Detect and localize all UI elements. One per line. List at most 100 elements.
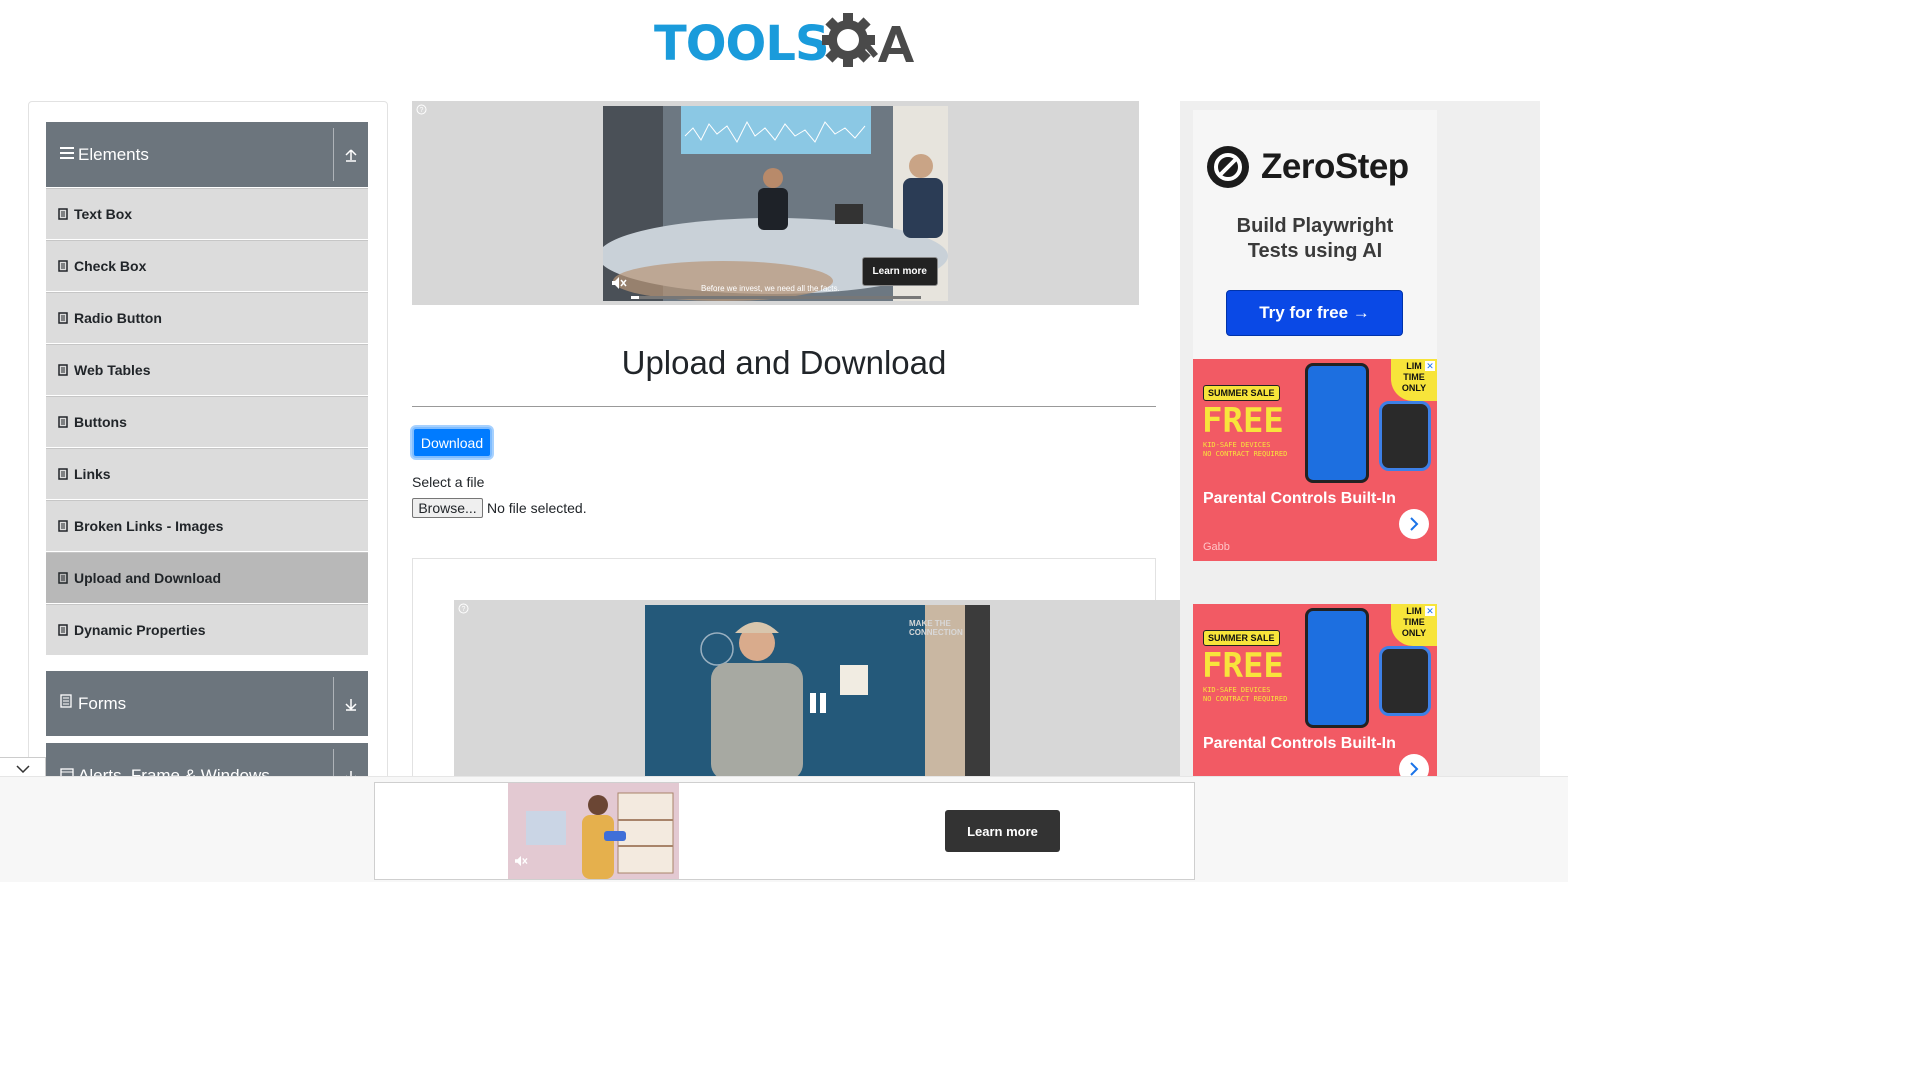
ad-caption: Before we invest, we need all the facts. — [701, 284, 840, 293]
svg-text:?: ? — [462, 606, 466, 613]
sidebar-item-buttons[interactable]: Buttons — [46, 396, 368, 447]
tagline-line-2: Tests using AI — [1247, 240, 1383, 262]
sidebar-item-label: Broken Links - Images — [74, 518, 224, 534]
sidebar-item-label: Upload and Download — [74, 570, 221, 586]
item-icon — [58, 312, 68, 324]
title-divider — [412, 406, 1156, 407]
item-icon — [58, 468, 68, 480]
ad-overlay-text: MAKE THE CONNECTION — [909, 619, 963, 637]
limited-line: TIME — [1403, 372, 1425, 382]
sidebar-item-label: Dynamic Properties — [74, 622, 206, 638]
ad-headline[interactable]: Parental Controls Built-In — [1203, 487, 1398, 511]
free-text: FREE — [1202, 401, 1284, 441]
sub-text: KID-SAFE DEVICES NO CONTRACT REQUIRED — [1203, 686, 1287, 704]
sidebar-item-upload-download[interactable]: Upload and Download — [46, 552, 368, 603]
sidebar-item-label: Web Tables — [74, 362, 151, 378]
sidebar-item-broken-links[interactable]: Broken Links - Images — [46, 500, 368, 551]
watch-image — [1379, 401, 1431, 471]
logo-tools-text: TOOLS — [654, 16, 830, 72]
woman-in-room-image — [508, 783, 679, 879]
sidebar-item-label: Radio Button — [74, 310, 162, 326]
sub-line: NO CONTRACT REQUIRED — [1203, 450, 1288, 458]
zerostep-tagline: Build Playwright Tests using AI — [1193, 214, 1437, 264]
group-header-elements[interactable]: Elements — [46, 122, 368, 187]
expand-down-icon[interactable] — [333, 677, 368, 730]
sidebar-item-radio-button[interactable]: Radio Button — [46, 292, 368, 343]
item-icon — [58, 208, 68, 220]
sidebar-item-label: Buttons — [74, 414, 127, 430]
item-icon — [58, 416, 68, 428]
site-header: TOOLS — [0, 0, 1568, 90]
sidebar-item-text-box[interactable]: Text Box — [46, 188, 368, 239]
sidebar-item-dynamic-properties[interactable]: Dynamic Properties — [46, 604, 368, 655]
collapse-up-icon[interactable] — [333, 128, 368, 181]
page-title: Upload and Download — [621, 344, 947, 381]
zerostep-ad[interactable]: ZeroStep Build Playwright Tests using AI… — [1193, 110, 1437, 359]
select-file-label: Select a file — [412, 474, 485, 490]
ad-video-frame[interactable]: MAKE THE CONNECTION — [645, 605, 990, 780]
limited-line: ONLY — [1401, 383, 1427, 393]
sub-line: NO CONTRACT REQUIRED — [1203, 695, 1288, 703]
sub-text: KID-SAFE DEVICES NO CONTRACT REQUIRED — [1203, 441, 1287, 459]
ad-info-icon[interactable]: ? — [458, 603, 469, 614]
mute-icon[interactable] — [514, 855, 528, 867]
sub-line: KID-SAFE DEVICES — [1203, 441, 1271, 449]
download-button[interactable]: Download — [412, 427, 492, 458]
sidebar-item-label: Text Box — [74, 206, 133, 222]
watch-image — [1379, 646, 1431, 716]
free-text: FREE — [1202, 646, 1284, 686]
item-icon — [58, 364, 68, 376]
gabb-ad-2[interactable]: LIM TIME ONLY SUMMER SALE FREE KID-SAFE … — [1193, 604, 1437, 776]
summer-sale-badge: SUMMER SALE — [1203, 385, 1280, 401]
close-ad-icon[interactable]: ✕ — [1425, 606, 1435, 616]
gabb-ad-1[interactable]: LIM TIME ONLY SUMMER SALE FREE KID-SAFE … — [1193, 359, 1437, 561]
left-sidebar: Elements Text Box Check Box Radio Button… — [28, 101, 388, 791]
middle-video-ad[interactable]: ? MAKE THE CONNECTION — [454, 600, 1180, 780]
ad-info-icon[interactable]: ? — [416, 104, 427, 115]
ad-video-frame[interactable]: Before we invest, we need all the facts.… — [603, 106, 948, 301]
sidebar-item-check-box[interactable]: Check Box — [46, 240, 368, 291]
mute-icon[interactable] — [611, 276, 627, 290]
try-for-free-button[interactable]: Try for free → — [1226, 290, 1403, 336]
ad-brand: Gabb — [1203, 541, 1230, 553]
group-title-forms: Forms — [78, 693, 127, 713]
learn-more-button[interactable]: Learn more — [945, 810, 1060, 852]
item-icon — [58, 260, 68, 272]
ad-video-frame[interactable] — [508, 783, 679, 879]
phone-image — [1305, 608, 1369, 728]
top-video-ad[interactable]: ? Before we invest, we need all the fact… — [412, 101, 1139, 305]
zerostep-logo: ZeroStep — [1205, 144, 1409, 190]
item-icon — [58, 572, 68, 584]
chevron-down-icon — [15, 765, 30, 773]
bottom-video-ad[interactable]: Learn more — [374, 782, 1195, 880]
sidebar-item-links[interactable]: Links — [46, 448, 368, 499]
form-doc-icon — [60, 694, 74, 713]
file-status: No file selected. — [487, 500, 587, 516]
sidebar-item-label: Links — [74, 466, 111, 482]
sidebar-item-label: Check Box — [74, 258, 147, 274]
sidebar-item-web-tables[interactable]: Web Tables — [46, 344, 368, 395]
limited-line: ONLY — [1401, 628, 1427, 638]
chevron-right-icon[interactable] — [1399, 754, 1429, 776]
tagline-line-1: Build Playwright — [1236, 215, 1394, 237]
group-header-forms[interactable]: Forms — [46, 671, 368, 736]
group-title-elements: Elements — [78, 144, 149, 164]
learn-more-button[interactable]: Learn more — [861, 257, 938, 286]
chevron-right-icon[interactable] — [1399, 509, 1429, 539]
hamburger-icon — [60, 146, 74, 164]
summer-sale-badge: SUMMER SALE — [1203, 630, 1280, 646]
svg-text:?: ? — [420, 107, 424, 114]
toolsqa-logo[interactable]: TOOLS — [652, 10, 922, 76]
zerostep-logo-icon — [1207, 146, 1249, 188]
zerostep-brand: ZeroStep — [1261, 147, 1409, 186]
phone-image — [1305, 363, 1369, 483]
limited-line: TIME — [1403, 617, 1425, 627]
sub-line: KID-SAFE DEVICES — [1203, 686, 1271, 694]
item-icon — [58, 624, 68, 636]
logo-qa-gear-icon — [822, 13, 914, 67]
pause-icon[interactable] — [808, 692, 828, 714]
ad-headline[interactable]: Parental Controls Built-In — [1203, 732, 1398, 756]
item-icon — [58, 520, 68, 532]
close-ad-icon[interactable]: ✕ — [1425, 361, 1435, 371]
browse-button[interactable]: Browse... — [412, 498, 483, 518]
